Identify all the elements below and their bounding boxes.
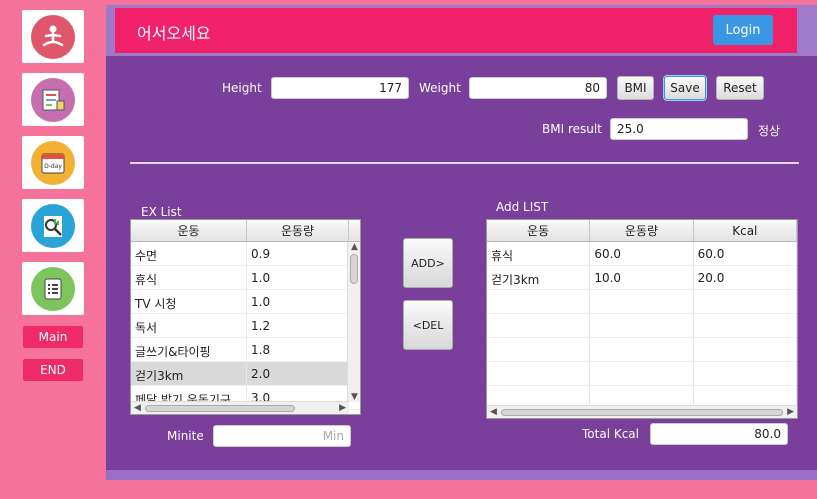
sidebar-item-yoga[interactable]: [22, 10, 84, 63]
ex-list-title: EX List: [141, 205, 182, 219]
height-field[interactable]: 177: [271, 77, 409, 99]
search-report-icon: [31, 203, 75, 248]
table-cell: 20.0: [694, 266, 797, 289]
table-cell: 1.2: [247, 314, 349, 337]
table-header: 운동 운동량: [131, 220, 360, 242]
add-list-table[interactable]: 운동 운동량 Kcal 휴식 60.0 60.0 걷기3km 10.0 20.0…: [486, 219, 798, 419]
checklist-icon: [31, 266, 75, 311]
table-cell: 휴식: [487, 242, 591, 265]
column-header[interactable]: 운동량: [247, 220, 349, 241]
diet-chart-icon: [31, 77, 75, 122]
bmi-result-field[interactable]: 25.0: [610, 118, 748, 140]
add-button[interactable]: ADD>: [403, 238, 453, 288]
d-day-calendar-icon: D-day: [31, 140, 75, 185]
ex-list-table[interactable]: 운동 운동량 수면 0.9 휴식 1.0 TV 시청 1.0 독서 1.2 글쓰…: [130, 219, 361, 415]
table-row[interactable]: 글쓰기&타이핑 1.8: [131, 338, 360, 362]
weight-label: Weight: [419, 81, 461, 95]
scroll-down-icon[interactable]: ▼: [351, 392, 358, 402]
sidebar-item-dday[interactable]: D-day: [22, 136, 84, 189]
empty-row: [487, 362, 797, 386]
empty-row: [487, 338, 797, 362]
table-cell: 60.0: [694, 242, 797, 265]
column-header[interactable]: 운동: [131, 220, 247, 241]
bmi-button[interactable]: BMI: [617, 76, 654, 100]
column-header[interactable]: Kcal: [694, 220, 797, 241]
column-header[interactable]: 운동: [487, 220, 591, 241]
weight-field[interactable]: 80: [469, 77, 607, 99]
end-button[interactable]: END: [23, 359, 83, 381]
divider: [130, 162, 799, 164]
sidebar-item-checklist[interactable]: [22, 262, 84, 315]
table-row-selected[interactable]: 걷기3km 2.0: [131, 362, 360, 386]
total-kcal-field[interactable]: 80.0: [650, 423, 788, 445]
delete-button[interactable]: <DEL: [403, 300, 453, 350]
horizontal-scrollbar[interactable]: ◀ ▶: [487, 405, 797, 418]
empty-row: [487, 290, 797, 314]
height-label: Height: [222, 81, 262, 95]
sidebar-item-diet[interactable]: [22, 73, 84, 126]
scroll-right-icon[interactable]: ▶: [339, 403, 346, 413]
scroll-thumb[interactable]: [145, 405, 295, 412]
save-button[interactable]: Save: [664, 76, 706, 100]
horizontal-scrollbar[interactable]: ◀ ▶: [131, 401, 349, 414]
total-kcal-label: Total Kcal: [582, 427, 639, 441]
header-bar: 어서오세요 Login: [115, 8, 797, 53]
d-day-text: D-day: [44, 163, 62, 170]
scroll-up-icon[interactable]: ▲: [351, 242, 358, 252]
table-row[interactable]: 걷기3km 10.0 20.0: [487, 266, 797, 290]
minute-field[interactable]: Min: [213, 425, 351, 447]
table-row[interactable]: TV 시청 1.0: [131, 290, 360, 314]
bmi-result-label: BMI result: [542, 122, 602, 136]
empty-row: [487, 314, 797, 338]
scroll-left-icon[interactable]: ◀: [134, 403, 141, 413]
main-button[interactable]: Main: [23, 326, 83, 348]
table-cell: 수면: [131, 242, 247, 265]
table-row[interactable]: 수면 0.9: [131, 242, 360, 266]
login-button[interactable]: Login: [713, 15, 773, 45]
minute-label: Minite: [167, 429, 204, 443]
table-cell: 2.0: [247, 362, 349, 385]
scroll-thumb[interactable]: [350, 254, 358, 284]
table-cell: 독서: [131, 314, 247, 337]
table-cell: 1.0: [247, 266, 349, 289]
table-cell: 0.9: [247, 242, 349, 265]
table-cell: 10.0: [590, 266, 694, 289]
table-row[interactable]: 휴식 1.0: [131, 266, 360, 290]
table-cell: TV 시청: [131, 290, 247, 313]
vertical-scrollbar[interactable]: ▲ ▼: [347, 242, 360, 402]
scroll-thumb[interactable]: [501, 409, 783, 416]
reset-button[interactable]: Reset: [716, 76, 764, 100]
page-title: 어서오세요: [137, 24, 211, 43]
scroll-right-icon[interactable]: ▶: [787, 407, 794, 417]
table-cell: 걷기3km: [131, 362, 247, 385]
table-cell: 1.8: [247, 338, 349, 361]
table-row[interactable]: 휴식 60.0 60.0: [487, 242, 797, 266]
table-cell: 1.0: [247, 290, 349, 313]
table-header: 운동 운동량 Kcal: [487, 220, 797, 242]
panel-bottom-strip: [106, 470, 817, 480]
table-cell: 글쓰기&타이핑: [131, 338, 247, 361]
table-cell: 60.0: [590, 242, 694, 265]
column-header[interactable]: 운동량: [590, 220, 694, 241]
bmi-status-text: 정상: [758, 124, 781, 138]
table-cell: 휴식: [131, 266, 247, 289]
sidebar-item-report[interactable]: [22, 199, 84, 252]
table-cell: 걷기3km: [487, 266, 591, 289]
add-list-title: Add LIST: [496, 200, 549, 214]
table-row[interactable]: 독서 1.2: [131, 314, 360, 338]
yoga-icon: [31, 14, 75, 59]
scroll-left-icon[interactable]: ◀: [490, 407, 497, 417]
